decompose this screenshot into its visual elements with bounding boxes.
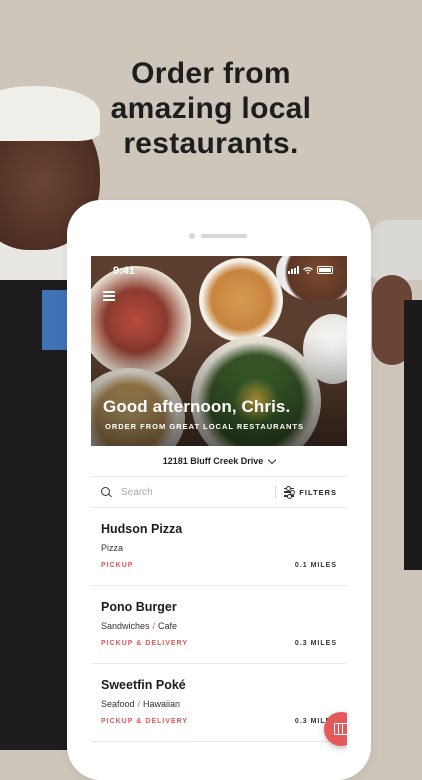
category-label: Seafood [101,699,135,709]
category-label: Sandwiches [101,621,150,631]
greeting-subtitle: ORDER FROM GREAT LOCAL RESTAURANTS [105,422,304,431]
order-mode-label: PICKUP [101,562,134,569]
distance-label: 0.1 MILES [294,562,337,569]
restaurant-name: Pono Burger [101,600,177,614]
restaurant-categories: Pizza [101,543,123,553]
search-bar: FILTERS [91,477,347,508]
search-icon [101,487,112,498]
cellular-signal-icon [288,266,299,274]
category-label: Hawaiian [143,699,181,709]
marketing-headline: Order from amazing local restaurants. [0,56,422,161]
category-separator: / [152,621,156,631]
sliders-icon [284,485,296,500]
order-mode-label: PICKUP & DELIVERY [101,718,189,725]
address-selector[interactable]: 12181 Bluff Creek Drive [91,446,347,477]
phone-frame: 9:41 Good afternoon, Chris. ORDER FROM G… [67,200,371,780]
battery-icon [317,266,333,274]
map-icon [334,723,347,735]
category-label: Cafe [158,621,178,631]
status-bar: 9:41 [91,256,347,282]
headline-line-3: restaurants. [123,127,299,160]
search-input[interactable] [119,485,276,499]
category-separator: / [137,699,141,709]
distance-label: 0.3 MILES [294,640,337,647]
app-screen: 9:41 Good afternoon, Chris. ORDER FROM G… [91,256,347,780]
greeting-title: Good afternoon, Chris. [103,397,291,416]
front-camera [189,233,195,239]
headline-line-2: amazing local [110,92,312,125]
hero-banner: 9:41 Good afternoon, Chris. ORDER FROM G… [91,256,347,446]
restaurant-categories: Sandwiches / Cafe [101,621,177,631]
restaurant-item[interactable]: Pono Burger Sandwiches / Cafe PICKUP & DEL… [91,586,347,664]
hamburger-menu-icon[interactable] [103,291,115,301]
wifi-icon [303,266,313,274]
headline-line-1: Order from [131,57,291,90]
chevron-down-icon [268,455,277,464]
earpiece-speaker [201,234,247,238]
restaurant-categories: Seafood / Hawaiian [101,699,180,709]
restaurant-name: Sweetfin Poké [101,678,186,692]
order-mode-label: PICKUP & DELIVERY [101,640,189,647]
restaurant-name: Hudson Pizza [101,522,183,536]
status-time: 9:41 [113,265,136,277]
restaurant-item[interactable]: Hudson Pizza Pizza PICKUP 0.1 MILES [91,508,347,586]
restaurant-item[interactable]: Sweetfin Poké Seafood / Hawaiian PICKUP & … [91,664,347,742]
restaurant-list: Hudson Pizza Pizza PICKUP 0.1 MILES Pono… [91,508,347,742]
background-person-photo [362,220,422,570]
address-label: 12181 Bluff Creek Drive [162,456,264,466]
filters-label: FILTERS [299,487,337,497]
category-label: Pizza [101,543,124,553]
divider [275,486,277,498]
filters-button[interactable]: FILTERS [284,485,337,500]
